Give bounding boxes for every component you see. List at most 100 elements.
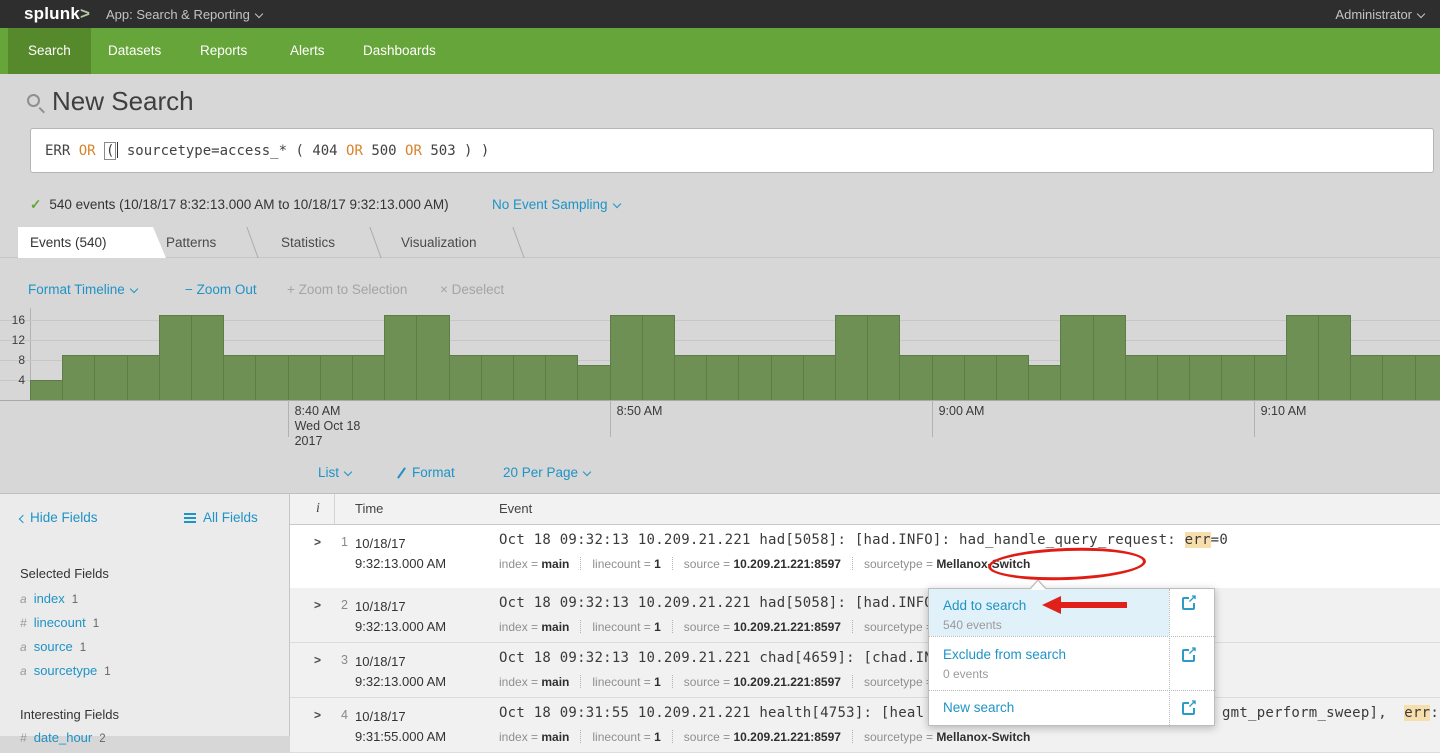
timeline-bar[interactable]	[1350, 355, 1383, 400]
splunk-logo[interactable]: splunk>	[24, 4, 90, 24]
open-in-new-window-icon[interactable]	[1182, 649, 1195, 662]
event-fields[interactable]: index = mainlinecount = 1source = 10.209…	[499, 557, 1030, 571]
format-button[interactable]: Format	[395, 465, 455, 480]
field-linecount[interactable]: #linecount1	[20, 615, 99, 630]
timeline-bar[interactable]	[191, 315, 224, 400]
deselect-button[interactable]: × Deselect	[440, 282, 504, 297]
field-value[interactable]: 10.209.21.221:8597	[734, 557, 841, 571]
tab-patterns[interactable]: Patterns	[166, 227, 216, 258]
nav-item-reports[interactable]: Reports	[180, 28, 267, 74]
expand-row-icon[interactable]: >	[314, 653, 321, 667]
format-timeline-menu[interactable]: Format Timeline	[28, 282, 137, 297]
timeline-bar[interactable]	[1125, 355, 1158, 400]
timeline-bar[interactable]	[674, 355, 707, 400]
timeline-bar[interactable]	[1382, 355, 1415, 400]
timeline-bar[interactable]	[223, 355, 256, 400]
timeline-bar[interactable]	[771, 355, 804, 400]
timeline-bar[interactable]	[255, 355, 288, 400]
timeline-bar[interactable]	[932, 355, 965, 400]
field-value[interactable]: 10.209.21.221:8597	[734, 620, 841, 634]
timeline-bar[interactable]	[513, 355, 546, 400]
timeline-bar[interactable]	[1318, 315, 1351, 400]
timeline-bar[interactable]	[159, 315, 192, 400]
field-value[interactable]: Mellanox-Switch	[936, 730, 1030, 744]
tab-events[interactable]: Events (540)	[18, 227, 166, 258]
hide-fields-link[interactable]: Hide Fields	[20, 510, 98, 525]
timeline-bar[interactable]	[867, 315, 900, 400]
field-value[interactable]: 10.209.21.221:8597	[734, 675, 841, 689]
timeline-bar[interactable]	[384, 315, 417, 400]
timeline-bar[interactable]	[1189, 355, 1222, 400]
timeline-bar[interactable]	[30, 380, 63, 400]
timeline-bar[interactable]	[706, 355, 739, 400]
timeline-bar[interactable]	[964, 355, 997, 400]
tab-statistics[interactable]: Statistics	[281, 227, 335, 258]
open-in-new-window-icon[interactable]	[1182, 702, 1195, 715]
all-fields-link[interactable]: All Fields	[184, 510, 258, 525]
menu-item-exclude-from-search[interactable]: Exclude from search	[943, 647, 1066, 662]
menu-item-new-search[interactable]: New search	[943, 700, 1014, 715]
zoom-out-button[interactable]: − Zoom Out	[185, 282, 257, 297]
timeline-bar[interactable]	[996, 355, 1029, 400]
timeline-bar[interactable]	[1286, 315, 1319, 400]
field-value[interactable]: main	[541, 557, 569, 571]
timeline-bar[interactable]	[642, 315, 675, 400]
field-index[interactable]: aindex1	[20, 591, 78, 606]
event-timeline-chart[interactable]: 481216 8:40 AM Wed Oct 18 20178:50 AM9:0…	[0, 300, 1440, 445]
field-value[interactable]: 1	[654, 620, 661, 634]
zoom-to-selection-button[interactable]: + Zoom to Selection	[287, 282, 407, 297]
field-source[interactable]: asource1	[20, 639, 86, 654]
field-value[interactable]: 10.209.21.221:8597	[734, 730, 841, 744]
timeline-bar[interactable]	[738, 355, 771, 400]
timeline-bar[interactable]	[577, 365, 610, 400]
timeline-bar[interactable]	[1028, 365, 1061, 400]
timeline-bar[interactable]	[899, 355, 932, 400]
timeline-bar[interactable]	[352, 355, 385, 400]
field-value[interactable]: 1	[654, 675, 661, 689]
timeline-bar[interactable]	[610, 315, 643, 400]
field-value[interactable]: main	[541, 620, 569, 634]
nav-item-datasets[interactable]: Datasets	[88, 28, 181, 74]
per-page-menu[interactable]: 20 Per Page	[503, 465, 590, 480]
timeline-bar[interactable]	[1093, 315, 1126, 400]
timeline-bar[interactable]	[1254, 355, 1287, 400]
field-value[interactable]: main	[541, 675, 569, 689]
tab-visualization[interactable]: Visualization	[401, 227, 477, 258]
timeline-bar[interactable]	[62, 355, 95, 400]
user-menu[interactable]: Administrator	[1335, 7, 1424, 22]
timeline-bar[interactable]	[127, 355, 160, 400]
timeline-bar[interactable]	[1157, 355, 1190, 400]
nav-item-dashboards[interactable]: Dashboards	[343, 28, 456, 74]
timeline-bar[interactable]	[288, 355, 321, 400]
expand-row-icon[interactable]: >	[314, 598, 321, 612]
x-axis-tick	[932, 400, 933, 437]
field-separator	[852, 675, 853, 688]
timeline-bar[interactable]	[449, 355, 482, 400]
expand-row-icon[interactable]: >	[314, 535, 321, 549]
field-date-hour[interactable]: #date_hour2	[20, 730, 106, 745]
field-value[interactable]: main	[541, 730, 569, 744]
nav-item-search[interactable]: Search	[8, 28, 91, 74]
field-value[interactable]: 1	[654, 557, 661, 571]
app-menu[interactable]: App: Search & Reporting	[106, 7, 262, 22]
timeline-bar[interactable]	[481, 355, 514, 400]
list-view-menu[interactable]: List	[318, 465, 351, 480]
expand-row-icon[interactable]: >	[314, 708, 321, 722]
event-fields[interactable]: index = mainlinecount = 1source = 10.209…	[499, 730, 1030, 744]
open-in-new-window-icon[interactable]	[1182, 597, 1195, 610]
field-value[interactable]: 1	[654, 730, 661, 744]
timeline-bar[interactable]	[1060, 315, 1093, 400]
timeline-bar[interactable]	[94, 355, 127, 400]
event-sampling-menu[interactable]: No Event Sampling	[492, 197, 620, 212]
timeline-bar[interactable]	[1221, 355, 1254, 400]
field-sourcetype[interactable]: asourcetype1	[20, 663, 111, 678]
menu-item-add-to-search[interactable]: Add to search	[943, 598, 1026, 613]
timeline-bar[interactable]	[416, 315, 449, 400]
nav-item-alerts[interactable]: Alerts	[270, 28, 345, 74]
search-input[interactable]: ERR OR ( sourcetype=access_* ( 404 OR 50…	[30, 128, 1434, 173]
timeline-bar[interactable]	[320, 355, 353, 400]
timeline-bar[interactable]	[803, 355, 836, 400]
timeline-bar[interactable]	[545, 355, 578, 400]
timeline-bar[interactable]	[835, 315, 868, 400]
timeline-bar[interactable]	[1415, 355, 1440, 400]
